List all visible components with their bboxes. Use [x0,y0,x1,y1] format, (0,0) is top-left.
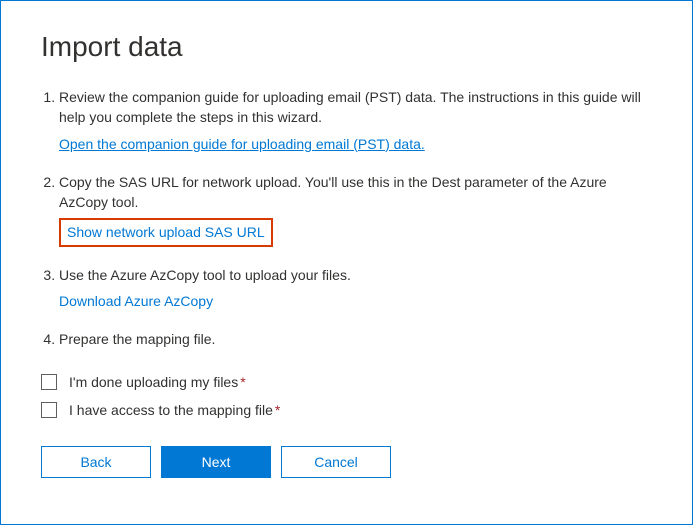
page-title: Import data [41,31,652,63]
checkbox-row-mapping: I have access to the mapping file * [41,402,652,418]
cancel-button[interactable]: Cancel [281,446,391,478]
step-3-text: Use the Azure AzCopy tool to upload your… [59,267,351,283]
mapping-access-checkbox[interactable] [41,402,57,418]
download-azcopy-link[interactable]: Download Azure AzCopy [59,291,213,311]
back-button[interactable]: Back [41,446,151,478]
required-marker: * [275,402,280,418]
next-button[interactable]: Next [161,446,271,478]
steps-list: Review the companion guide for uploading… [41,87,652,350]
step-4-text: Prepare the mapping file. [59,331,215,347]
step-1: Review the companion guide for uploading… [59,87,652,154]
step-1-text: Review the companion guide for uploading… [59,89,641,125]
mapping-access-label: I have access to the mapping file [69,402,273,418]
step-4: Prepare the mapping file. [59,329,652,349]
sas-url-highlight: Show network upload SAS URL [59,218,273,246]
required-marker: * [240,374,245,390]
step-2-text: Copy the SAS URL for network upload. You… [59,174,607,210]
checkbox-group: I'm done uploading my files * I have acc… [41,374,652,418]
done-uploading-label: I'm done uploading my files [69,374,238,390]
step-3: Use the Azure AzCopy tool to upload your… [59,265,652,312]
button-row: Back Next Cancel [41,446,652,478]
done-uploading-checkbox[interactable] [41,374,57,390]
companion-guide-link[interactable]: Open the companion guide for uploading e… [59,134,425,154]
checkbox-row-uploading: I'm done uploading my files * [41,374,652,390]
show-sas-url-link[interactable]: Show network upload SAS URL [67,222,265,242]
step-2: Copy the SAS URL for network upload. You… [59,172,652,247]
